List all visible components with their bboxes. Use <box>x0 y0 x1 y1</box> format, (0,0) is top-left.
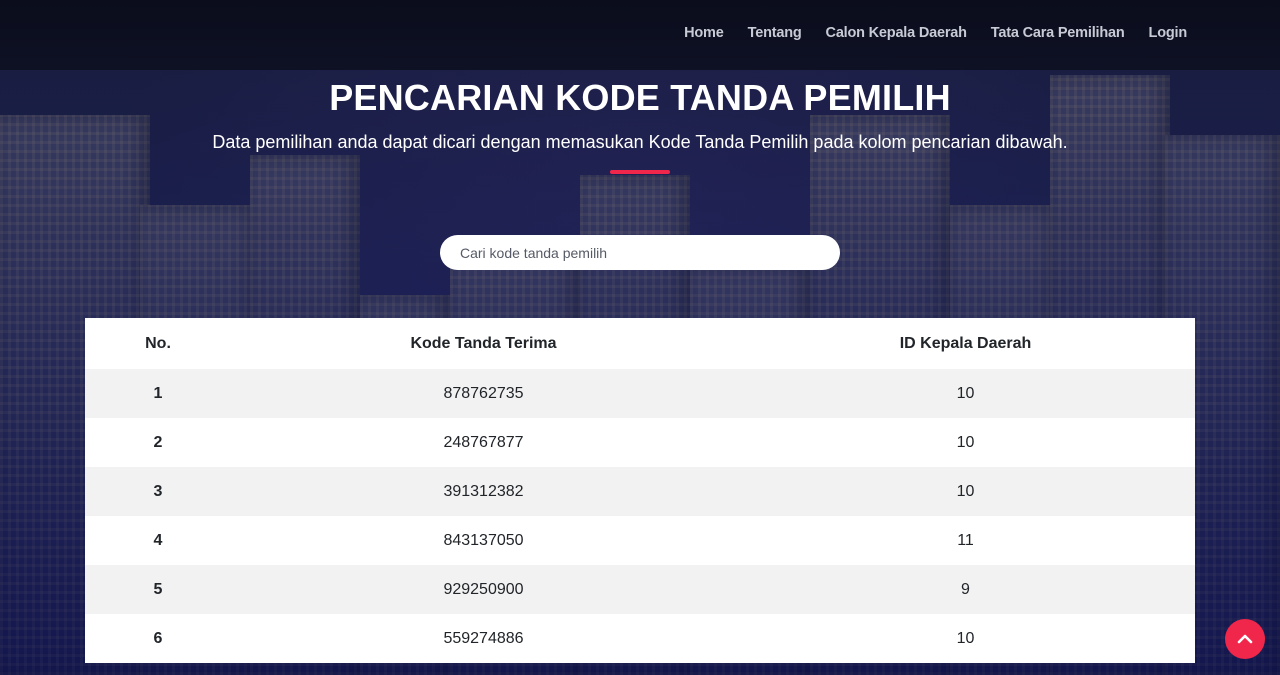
search-container <box>440 235 840 270</box>
page-title: PENCARIAN KODE TANDA PEMILIH <box>329 77 951 118</box>
table-row: 1 878762735 10 <box>85 369 1195 418</box>
nav-link-calon-kepala-daerah[interactable]: Calon Kepala Daerah <box>826 25 967 41</box>
scroll-to-top-button[interactable] <box>1225 619 1265 659</box>
table-row: 2 248767877 10 <box>85 418 1195 467</box>
nav-menu: Home Tentang Calon Kepala Daerah Tata Ca… <box>684 24 1187 42</box>
cell-no: 5 <box>153 580 163 598</box>
nav-item-tata-cara-pemilihan[interactable]: Tata Cara Pemilihan <box>991 24 1125 42</box>
cell-no: 3 <box>153 482 163 500</box>
header-kode-tanda-terima: Kode Tanda Terima <box>231 318 736 369</box>
nav-link-login[interactable]: Login <box>1149 25 1188 41</box>
table-row: 6 559274886 10 <box>85 614 1195 663</box>
nav-item-login[interactable]: Login <box>1149 24 1188 42</box>
cell-kode: 391312382 <box>443 482 524 500</box>
cell-kode: 559274886 <box>443 629 524 647</box>
nav-link-tentang[interactable]: Tentang <box>748 25 802 41</box>
cell-no: 1 <box>153 384 163 402</box>
header-no: No. <box>85 318 231 369</box>
nav-item-tentang[interactable]: Tentang <box>748 24 802 42</box>
cell-no: 2 <box>153 433 163 451</box>
results-table-container: No. Kode Tanda Terima ID Kepala Daerah 1… <box>85 318 1195 663</box>
cell-id-kepala-daerah: 10 <box>956 384 975 402</box>
nav-item-calon-kepala-daerah[interactable]: Calon Kepala Daerah <box>826 24 967 42</box>
table-row: 5 929250900 9 <box>85 565 1195 614</box>
table-header-row: No. Kode Tanda Terima ID Kepala Daerah <box>85 318 1195 369</box>
cell-id-kepala-daerah: 10 <box>956 433 975 451</box>
cell-id-kepala-daerah: 10 <box>956 482 975 500</box>
results-table: No. Kode Tanda Terima ID Kepala Daerah 1… <box>85 318 1195 663</box>
chevron-up-icon <box>1237 634 1253 644</box>
page-subtitle: Data pemilihan anda dapat dicari dengan … <box>212 132 1068 152</box>
table-header: No. Kode Tanda Terima ID Kepala Daerah <box>85 318 1195 369</box>
cell-kode: 929250900 <box>443 580 524 598</box>
navbar: Home Tentang Calon Kepala Daerah Tata Ca… <box>0 0 1280 70</box>
table-row: 3 391312382 10 <box>85 467 1195 516</box>
cell-no: 6 <box>153 629 163 647</box>
table-body: 1 878762735 10 2 248767877 10 3 39131238… <box>85 369 1195 663</box>
nav-item-home[interactable]: Home <box>684 24 724 42</box>
table-row: 4 843137050 11 <box>85 516 1195 565</box>
cell-kode: 843137050 <box>443 531 524 549</box>
title-underline <box>610 170 670 174</box>
cell-id-kepala-daerah: 10 <box>956 629 975 647</box>
cell-kode: 248767877 <box>443 433 524 451</box>
nav-link-home[interactable]: Home <box>684 25 724 41</box>
search-input[interactable] <box>440 235 840 270</box>
cell-id-kepala-daerah: 9 <box>961 580 970 598</box>
cell-no: 4 <box>153 531 163 549</box>
nav-link-tata-cara-pemilihan[interactable]: Tata Cara Pemilihan <box>991 25 1125 41</box>
header-id-kepala-daerah: ID Kepala Daerah <box>736 318 1195 369</box>
hero-section: PENCARIAN KODE TANDA PEMILIH Data pemili… <box>0 70 1280 174</box>
cell-id-kepala-daerah: 11 <box>957 531 974 549</box>
cell-kode: 878762735 <box>443 384 524 402</box>
